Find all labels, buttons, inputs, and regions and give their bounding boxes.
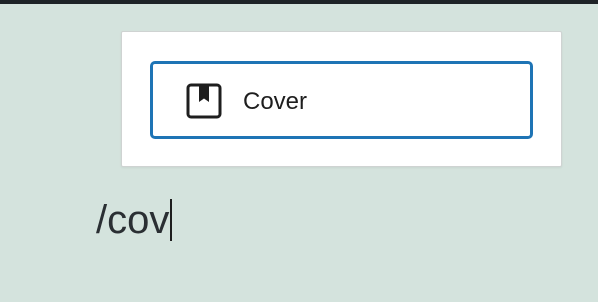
autocomplete-option-cover[interactable]: Cover: [150, 61, 533, 139]
slash-command-text: /cov: [96, 198, 170, 242]
cover-block-icon: [186, 83, 222, 119]
text-caret: [170, 199, 173, 241]
editor-paragraph[interactable]: /cov: [96, 198, 173, 242]
autocomplete-option-label: Cover: [243, 88, 308, 115]
top-bar: [0, 0, 598, 4]
